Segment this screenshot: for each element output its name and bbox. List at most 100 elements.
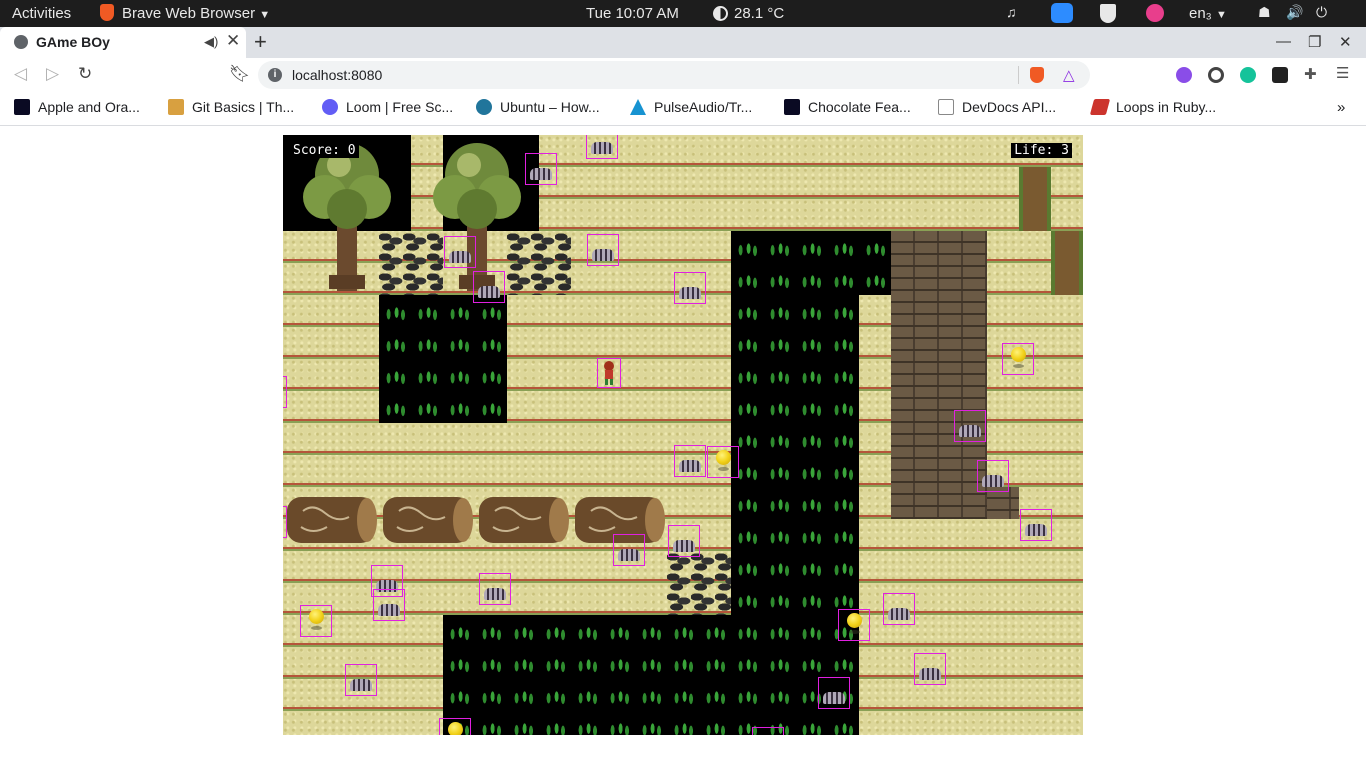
wordpress-icon <box>476 99 492 115</box>
flower-icon[interactable] <box>1146 4 1164 22</box>
loom-icon <box>322 99 338 115</box>
bookmark-label: DevDocs API... <box>962 99 1057 115</box>
close-window-button[interactable]: ✕ <box>1339 33 1352 51</box>
reload-button[interactable]: ↻ <box>78 64 92 84</box>
bookmark-label: Loops in Ruby... <box>1116 99 1217 115</box>
enemy-sprite <box>818 677 850 709</box>
dirt-path <box>1051 231 1083 295</box>
chevron-down-icon: ▼ <box>259 9 271 21</box>
bookmark-item[interactable]: Loops in Ruby... <box>1089 99 1217 115</box>
bookmark-item[interactable]: Git Basics | Th... <box>168 99 294 115</box>
ruby-icon <box>1089 99 1111 115</box>
extension-c-icon[interactable] <box>1208 67 1224 83</box>
moon-icon <box>713 6 728 21</box>
extensions-puzzle-icon[interactable]: ✚ <box>1304 65 1320 83</box>
network-icon[interactable]: ☗ <box>1258 4 1276 22</box>
browser-toolbar: ◁ ▷ ↻ 🔖︎ i localhost:8080 △ ✚ ☰ <box>0 58 1366 92</box>
gold-coin <box>707 446 739 478</box>
minimize-button[interactable]: — <box>1276 33 1291 50</box>
player-character <box>597 358 621 388</box>
bookmark-item[interactable]: Apple and Ora... <box>14 99 140 115</box>
enemy-sprite <box>525 153 557 185</box>
enemy-sprite <box>283 376 287 408</box>
address-bar[interactable]: i localhost:8080 △ <box>258 61 1090 89</box>
app-name: Brave Web Browser <box>122 5 256 22</box>
enemy-sprite <box>473 271 505 303</box>
clock[interactable]: Tue 10:07 AM <box>586 5 679 22</box>
enemy-sprite <box>1020 509 1052 541</box>
audio-playing-icon[interactable]: ◀) <box>204 34 218 50</box>
fallen-log <box>383 497 473 543</box>
enemy-sprite <box>752 727 784 735</box>
gold-coin <box>838 609 870 641</box>
bookmark-item[interactable]: Loom | Free Sc... <box>322 99 453 115</box>
globe-icon <box>14 35 28 49</box>
url-text: localhost:8080 <box>292 67 383 83</box>
brave-lion-icon <box>100 4 114 21</box>
audio-indicator-icon[interactable]: ♫ <box>1006 4 1024 22</box>
fallen-log <box>287 497 377 543</box>
enemy-sprite <box>345 664 377 696</box>
brave-shields-icon[interactable] <box>1030 67 1044 83</box>
bookmark-icon[interactable]: 🔖︎ <box>229 64 251 84</box>
volume-icon[interactable]: 🔊 <box>1286 4 1304 22</box>
site-info-icon[interactable]: i <box>268 68 282 82</box>
gold-coin <box>439 718 471 735</box>
score-display: Score: 0 <box>290 143 359 158</box>
enemy-sprite <box>977 460 1009 492</box>
enemy-sprite <box>674 272 706 304</box>
rock-cluster <box>667 551 731 615</box>
close-tab-icon[interactable]: ✕ <box>226 31 240 51</box>
weather-temperature[interactable]: 28.1 °C <box>734 5 784 22</box>
bookmark-item[interactable]: Ubuntu – How... <box>476 99 600 115</box>
enemy-sprite <box>668 525 700 557</box>
enemy-sprite <box>283 506 287 538</box>
grammarly-icon[interactable] <box>1240 67 1256 83</box>
zoom-icon[interactable] <box>1051 3 1073 23</box>
bookmark-item[interactable]: Chocolate Fea... <box>784 99 911 115</box>
enemy-sprite <box>674 445 706 477</box>
new-tab-button[interactable]: + <box>254 29 267 55</box>
grass-patch <box>443 615 859 735</box>
bookmarks-bar: Apple and Ora... Git Basics | Th... Loom… <box>0 92 1366 126</box>
omnibox-divider <box>1018 66 1019 84</box>
maximize-button[interactable]: ❐ <box>1308 33 1321 51</box>
extension-box-icon[interactable] <box>1272 67 1288 83</box>
arch-icon <box>630 99 646 115</box>
game-canvas[interactable]: Score: 0 Life: 3 <box>283 135 1083 735</box>
tab-title: GAme BOy <box>36 34 110 50</box>
grass-patch <box>731 231 891 295</box>
enemy-sprite <box>586 135 618 159</box>
bookmark-label: PulseAudio/Tr... <box>654 99 753 115</box>
brave-rewards-icon[interactable]: △ <box>1063 66 1075 84</box>
chevron-down-icon: ▼ <box>1215 9 1227 21</box>
bookmark-label: Chocolate Fea... <box>808 99 911 115</box>
power-menu-icon[interactable]: ⏻ <box>1316 4 1334 22</box>
forward-button[interactable]: ▷ <box>46 64 59 84</box>
grass-patch <box>379 295 507 423</box>
enemy-sprite <box>444 236 476 268</box>
bookmark-label: Git Basics | Th... <box>192 99 295 115</box>
activities-button[interactable]: Activities <box>12 5 71 22</box>
menu-hamburger-icon[interactable]: ☰ <box>1336 64 1352 82</box>
bookmark-label: Ubuntu – How... <box>500 99 600 115</box>
bookmark-item[interactable]: PulseAudio/Tr... <box>630 99 752 115</box>
shield-icon[interactable] <box>1100 4 1116 23</box>
extension-flower-icon[interactable] <box>1176 67 1192 83</box>
enemy-sprite <box>914 653 946 685</box>
system-top-bar: Activities Brave Web Browser ▼ Tue 10:07… <box>0 0 1366 27</box>
app-menu[interactable]: Brave Web Browser ▼ <box>122 5 270 22</box>
enemy-sprite <box>613 534 645 566</box>
freecodecamp-icon <box>784 99 800 115</box>
more-bookmarks-chevron-icon[interactable]: » <box>1337 99 1345 116</box>
bookmark-label: Loom | Free Sc... <box>346 99 454 115</box>
bookmark-item[interactable]: DevDocs API... <box>938 99 1056 115</box>
dirt-path <box>1019 167 1051 231</box>
life-display: Life: 3 <box>1011 143 1072 158</box>
fallen-log <box>479 497 569 543</box>
tab-game-boy[interactable]: GAme BOy ◀) ✕ <box>0 27 246 58</box>
keyboard-layout[interactable]: en₃ ▼ <box>1189 5 1227 22</box>
tree <box>303 143 391 291</box>
enemy-sprite <box>373 589 405 621</box>
back-button[interactable]: ◁ <box>14 64 27 84</box>
